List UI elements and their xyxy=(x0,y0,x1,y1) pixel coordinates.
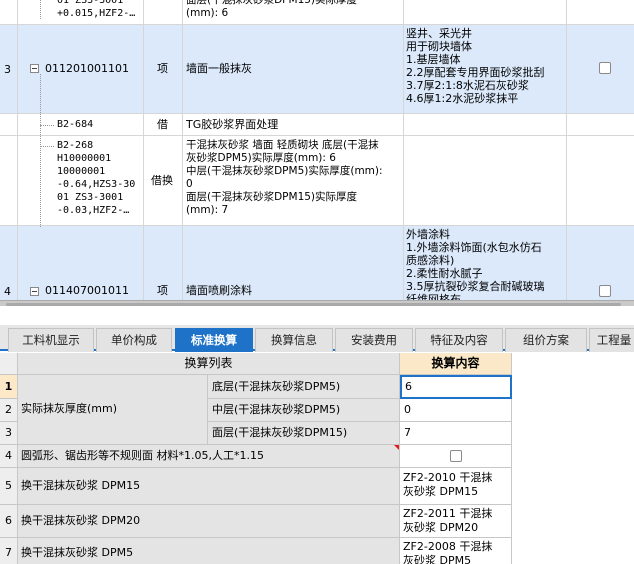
column-divider xyxy=(403,0,404,300)
table-row-sub-1[interactable]: B2-684 借 TG胶砂浆界面处理 xyxy=(0,114,634,136)
group-label-plaster-thickness: 实际抹灰厚度(mm) xyxy=(18,375,208,445)
column-divider xyxy=(17,0,18,300)
item-name: 墙面喷刷涂料 xyxy=(186,284,252,297)
row-number: 1 xyxy=(0,375,18,399)
irregular-surface-checkbox[interactable] xyxy=(450,450,462,462)
tab-quantity[interactable]: 工程量 xyxy=(589,328,634,352)
table-row-sub-2[interactable]: B2-268 H10000001 10000001 -0.64,HZS3-30 … xyxy=(0,136,634,226)
tab-features[interactable]: 特征及内容 xyxy=(415,328,503,352)
item-type: 项 xyxy=(157,62,168,75)
table-row-4[interactable]: 4 011407001011 项 墙面喷刷涂料 外墙涂料 1.外墙涂料饰面(水包… xyxy=(0,226,634,300)
replace-mortar-label: 换干混抹灰砂浆 DPM20 xyxy=(18,505,400,538)
row-index: 3 xyxy=(4,63,11,76)
tab-standard-conversion[interactable]: 标准换算 xyxy=(175,328,253,352)
row-number: 4 xyxy=(0,445,18,468)
conversion-grid: 换算列表 换算内容 1 2 3 4 5 6 7 实际抹灰厚度(mm) 底层(干混… xyxy=(0,353,634,564)
sub-item-type: 借 xyxy=(157,118,168,131)
tab-labor-material[interactable]: 工料机显示 xyxy=(8,328,94,352)
row-number: 3 xyxy=(0,422,18,445)
comment-marker-icon xyxy=(394,445,399,450)
column-divider xyxy=(566,0,567,300)
sub-item-code: 01 ZS3-3001 +0.015,HZF2-… xyxy=(57,0,136,19)
header-conversion-list: 换算列表 xyxy=(18,353,400,375)
tree-connector xyxy=(40,0,41,19)
row-index: 4 xyxy=(4,285,11,298)
row-number: 5 xyxy=(0,468,18,505)
tree-connector xyxy=(40,146,54,147)
bill-grid: 01 ZS3-3001 +0.015,HZF2-… 面层(干混抹灰砂浆DPM15… xyxy=(0,0,634,300)
horizontal-scrollbar[interactable] xyxy=(6,303,621,306)
tree-connector xyxy=(40,125,54,126)
sub-item-type: 借换 xyxy=(151,174,173,187)
thickness-input-middle[interactable]: 0 xyxy=(400,399,512,422)
thickness-input-bottom[interactable]: 6 xyxy=(400,375,512,399)
replace-mortar-value[interactable]: ZF2-2010 干混抹 灰砂浆 DPM15 xyxy=(400,468,512,505)
conversion-param-label: 中层(干混抹灰砂浆DPM5) xyxy=(208,399,400,422)
header-corner xyxy=(0,353,18,375)
collapse-toggle-icon[interactable] xyxy=(30,64,39,73)
item-code: 011407001011 xyxy=(45,284,129,297)
row-checkbox[interactable] xyxy=(599,62,611,74)
sub-item-code: B2-268 H10000001 10000001 -0.64,HZS3-30 … xyxy=(57,140,136,216)
table-row-3[interactable]: 3 011201001101 项 墙面一般抹灰 竖井、采光井 用于砌块墙体 1.… xyxy=(0,25,634,114)
collapse-toggle-icon[interactable] xyxy=(30,287,39,296)
row-number: 7 xyxy=(0,538,18,564)
tab-unit-price[interactable]: 单价构成 xyxy=(96,328,172,352)
column-divider xyxy=(143,0,144,300)
item-feature: 外墙涂料 1.外墙涂料饰面(水包水仿石 质感涂料) 2.柔性耐水腻子 3.5厚抗… xyxy=(406,228,545,300)
replace-mortar-label: 换干混抹灰砂浆 DPM15 xyxy=(18,468,400,505)
replace-mortar-value[interactable]: ZF2-2008 干混抹 灰砂浆 DPM5 xyxy=(400,538,512,564)
conversion-param-label: 底层(干混抹灰砂浆DPM5) xyxy=(208,375,400,399)
header-conversion-content: 换算内容 xyxy=(400,353,512,375)
sub-item-code: B2-684 xyxy=(57,119,94,130)
replace-mortar-label: 换干混抹灰砂浆 DPM5 xyxy=(18,538,400,564)
table-row-partial[interactable]: 01 ZS3-3001 +0.015,HZF2-… 面层(干混抹灰砂浆DPM15… xyxy=(0,0,634,25)
sub-item-name: TG胶砂浆界面处理 xyxy=(186,118,279,131)
tree-connector xyxy=(40,74,41,227)
tab-install-fee[interactable]: 安装费用 xyxy=(335,328,413,352)
item-feature: 竖井、采光井 用于砌块墙体 1.基层墙体 2.2厚配套专用界面砂浆批刮 3.7厚… xyxy=(406,27,545,105)
thickness-input-surface[interactable]: 7 xyxy=(400,422,512,445)
row-number: 6 xyxy=(0,505,18,538)
row-checkbox[interactable] xyxy=(599,285,611,297)
irregular-surface-label: 圆弧形、锯齿形等不规则面 材料*1.05,人工*1.15 xyxy=(18,445,400,468)
sub-item-name: 干混抹灰砂浆 墙面 轻质砌块 底层(干混抹 灰砂浆DPM5)实际厚度(mm): … xyxy=(186,139,383,216)
tab-conversion-info[interactable]: 换算信息 xyxy=(255,328,333,352)
row-number: 2 xyxy=(0,399,18,422)
item-code: 011201001101 xyxy=(45,62,129,75)
item-name: 墙面一般抹灰 xyxy=(186,62,252,75)
column-divider xyxy=(182,0,183,300)
tab-pricing-plan[interactable]: 组价方案 xyxy=(505,328,587,352)
item-type: 项 xyxy=(157,284,168,297)
replace-mortar-value[interactable]: ZF2-2011 干混抹 灰砂浆 DPM20 xyxy=(400,505,512,538)
sub-item-desc: 面层(干混抹灰砂浆DPM15)实际厚度 (mm): 6 xyxy=(186,0,358,19)
conversion-param-label: 面层(干混抹灰砂浆DPM15) xyxy=(208,422,400,445)
